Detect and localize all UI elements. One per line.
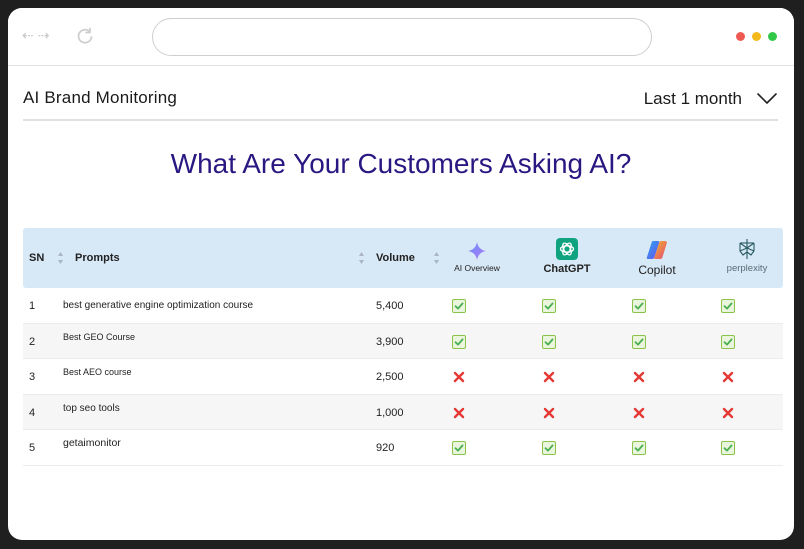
check-icon bbox=[632, 299, 646, 313]
sort-icon[interactable] bbox=[57, 250, 64, 266]
check-icon bbox=[632, 441, 646, 455]
browser-toolbar: ⇠ ⇢ bbox=[8, 8, 794, 66]
row-sn: 2 bbox=[29, 335, 36, 348]
browser-window: ⇠ ⇢ AI Brand Monitoring Last 1 month Wha… bbox=[8, 8, 794, 540]
sparkle-icon bbox=[468, 242, 486, 260]
table-row[interactable]: 1 best generative engine optimization cou… bbox=[23, 288, 783, 324]
column-header-prompts[interactable]: Prompts bbox=[75, 228, 120, 288]
check-icon bbox=[542, 334, 556, 349]
address-bar[interactable] bbox=[152, 18, 652, 56]
row-prompt: top seo tools bbox=[63, 402, 120, 414]
chevron-down-icon bbox=[757, 93, 777, 104]
row-sn: 1 bbox=[29, 300, 36, 312]
check-icon bbox=[721, 299, 735, 313]
cross-icon bbox=[721, 406, 735, 420]
row-volume: 1,000 bbox=[376, 406, 404, 419]
engine-label: AI Overview bbox=[454, 263, 500, 273]
maximize-window-button[interactable] bbox=[768, 32, 777, 41]
row-volume: 920 bbox=[376, 442, 395, 454]
check-icon bbox=[721, 441, 735, 455]
cross-icon bbox=[632, 370, 646, 384]
reload-icon[interactable] bbox=[76, 27, 94, 45]
app-title: AI Brand Monitoring bbox=[23, 88, 178, 107]
row-volume: 3,900 bbox=[376, 335, 404, 348]
row-sn: 4 bbox=[29, 406, 36, 419]
row-volume: 5,400 bbox=[376, 300, 404, 312]
row-sn: 3 bbox=[29, 371, 36, 383]
column-header-volume[interactable]: Volume bbox=[376, 228, 415, 288]
copilot-logo-icon bbox=[646, 241, 667, 259]
table-row[interactable]: 3 Best AEO course 2,500 bbox=[23, 359, 783, 395]
table-row[interactable]: 5 getaimonitor 920 bbox=[23, 430, 783, 466]
column-header-sn[interactable]: SN bbox=[29, 228, 44, 288]
check-icon bbox=[452, 334, 466, 349]
window-controls bbox=[736, 32, 777, 41]
engine-label: perplexity bbox=[726, 263, 768, 274]
table-row[interactable]: 2 Best GEO Course 3,900 bbox=[23, 323, 783, 359]
check-icon bbox=[542, 299, 556, 313]
cross-icon bbox=[721, 370, 735, 384]
check-icon bbox=[452, 299, 466, 313]
period-label: Last 1 month bbox=[643, 89, 742, 108]
column-header-copilot[interactable]: Copilot bbox=[617, 234, 697, 284]
page-heading: What Are Your Customers Asking AI? bbox=[170, 148, 632, 179]
prompts-table: SN Prompts Volume AI Overview ChatGPT Co… bbox=[23, 228, 783, 466]
column-header-chatgpt[interactable]: ChatGPT bbox=[527, 234, 607, 284]
period-dropdown[interactable]: Last 1 month bbox=[644, 86, 778, 112]
sort-icon[interactable] bbox=[358, 250, 365, 266]
chatgpt-logo-icon bbox=[556, 238, 578, 260]
forward-arrow-icon[interactable]: ⇢ bbox=[38, 28, 50, 44]
row-prompt: Best AEO course bbox=[63, 367, 132, 377]
engine-label: ChatGPT bbox=[543, 263, 591, 275]
cross-icon bbox=[632, 406, 646, 420]
row-prompt: getaimonitor bbox=[63, 437, 121, 449]
close-window-button[interactable] bbox=[736, 32, 745, 41]
cross-icon bbox=[542, 370, 556, 384]
back-arrow-icon[interactable]: ⇠ bbox=[22, 28, 34, 44]
check-icon bbox=[721, 334, 735, 349]
nav-arrows: ⇠ ⇢ bbox=[22, 28, 49, 44]
row-volume: 2,500 bbox=[376, 371, 404, 383]
check-icon bbox=[452, 441, 466, 455]
check-icon bbox=[542, 441, 556, 455]
table-body: 1 best generative engine optimization cou… bbox=[23, 288, 783, 466]
row-prompt: best generative engine optimization cour… bbox=[63, 300, 254, 311]
table-header: SN Prompts Volume AI Overview ChatGPT Co… bbox=[23, 228, 783, 288]
cross-icon bbox=[452, 370, 466, 384]
check-icon bbox=[632, 334, 646, 349]
table-row[interactable]: 4 top seo tools 1,000 bbox=[23, 394, 783, 430]
perplexity-logo-icon bbox=[739, 239, 755, 259]
engine-label: Copilot bbox=[638, 263, 676, 277]
row-prompt: Best GEO Course bbox=[63, 331, 136, 342]
column-header-perplexity[interactable]: perplexity bbox=[707, 234, 787, 284]
column-header-ai-overview[interactable]: AI Overview bbox=[437, 234, 517, 284]
row-sn: 5 bbox=[29, 442, 36, 454]
cross-icon bbox=[542, 406, 556, 420]
cross-icon bbox=[452, 406, 466, 420]
page-header: AI Brand Monitoring Last 1 month bbox=[23, 66, 778, 121]
minimize-window-button[interactable] bbox=[752, 32, 761, 41]
